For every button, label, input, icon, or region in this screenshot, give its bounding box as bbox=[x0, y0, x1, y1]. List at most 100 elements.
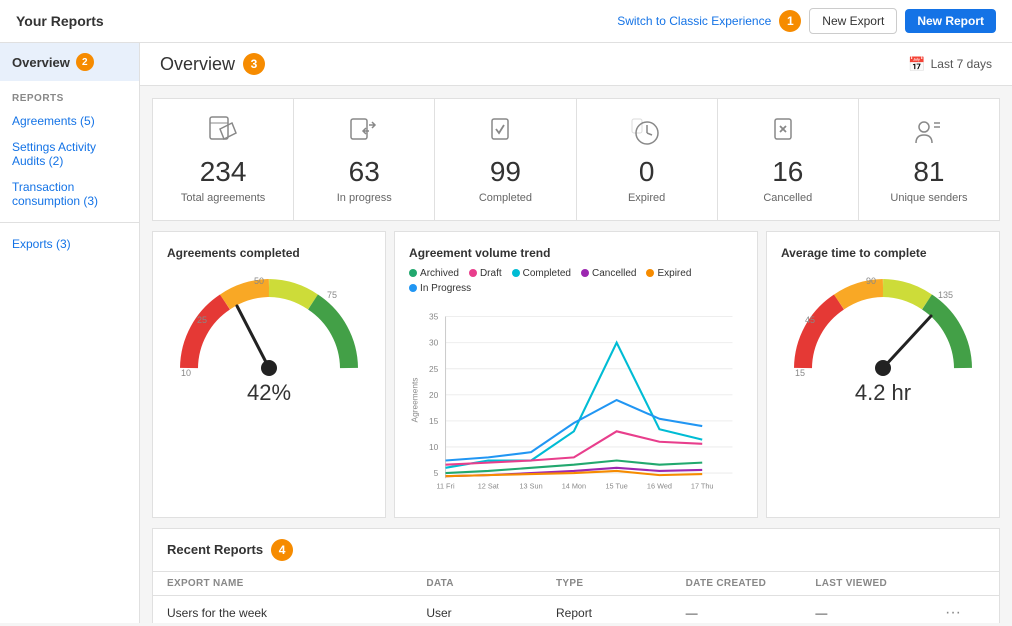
linechart-svg: 35 30 25 20 15 10 5 11 Fri 12 Sat 13 Sun… bbox=[409, 300, 743, 500]
stat-icon-5 bbox=[912, 115, 946, 151]
svg-text:11 Fri: 11 Fri bbox=[437, 481, 455, 490]
col-export-name: EXPORT NAME bbox=[167, 578, 426, 589]
svg-text:20: 20 bbox=[429, 390, 439, 400]
sidebar-item-overview[interactable]: Overview 2 bbox=[0, 43, 139, 81]
svg-text:16 Wed: 16 Wed bbox=[647, 481, 672, 490]
stat-label-5: Unique senders bbox=[890, 192, 967, 204]
charts-row: Agreements completed bbox=[152, 231, 1000, 518]
badge-4: 4 bbox=[271, 539, 293, 561]
legend-dot bbox=[469, 269, 477, 277]
svg-text:12 Sat: 12 Sat bbox=[478, 481, 499, 490]
svg-text:90: 90 bbox=[866, 276, 876, 286]
legend-label: Cancelled bbox=[592, 268, 636, 279]
recent-reports-section: Recent Reports 4 EXPORT NAME DATA TYPE D… bbox=[152, 528, 1000, 623]
switch-classic-link[interactable]: Switch to Classic Experience bbox=[617, 14, 771, 28]
svg-text:10: 10 bbox=[429, 442, 439, 452]
svg-text:25: 25 bbox=[429, 364, 439, 374]
stat-card-4: 16 Cancelled bbox=[718, 99, 859, 220]
row-menu-dots[interactable]: ··· bbox=[945, 604, 985, 622]
recent-reports-header: Recent Reports 4 bbox=[153, 529, 999, 572]
svg-text:30: 30 bbox=[429, 338, 439, 348]
legend-item: Draft bbox=[469, 268, 502, 279]
gauge-time-card: Average time to complete bbox=[766, 231, 1000, 518]
stat-card-2: 99 Completed bbox=[435, 99, 576, 220]
svg-text:15: 15 bbox=[429, 416, 439, 426]
legend-item: In Progress bbox=[409, 283, 471, 294]
svg-text:35: 35 bbox=[429, 311, 439, 321]
linechart-title: Agreement volume trend bbox=[409, 246, 743, 260]
legend-dot bbox=[581, 269, 589, 277]
svg-text:45: 45 bbox=[805, 315, 815, 325]
legend-label: Draft bbox=[480, 268, 502, 279]
legend-label: In Progress bbox=[420, 283, 471, 294]
sidebar-section-reports: REPORTS bbox=[0, 81, 139, 108]
stat-label-0: Total agreements bbox=[181, 192, 265, 204]
page-title: Your Reports bbox=[16, 13, 104, 29]
stat-card-3: 0 Expired bbox=[577, 99, 718, 220]
svg-text:135: 135 bbox=[938, 290, 953, 300]
badge-1: 1 bbox=[779, 10, 801, 32]
table-header: EXPORT NAME DATA TYPE DATE CREATED LAST … bbox=[153, 572, 999, 596]
legend-item: Cancelled bbox=[581, 268, 636, 279]
gauge1-svg: 10 75 50 25 bbox=[169, 268, 369, 388]
gauge1-container: 10 75 50 25 42% bbox=[167, 268, 371, 406]
svg-text:14 Mon: 14 Mon bbox=[562, 481, 586, 490]
top-bar: Your Reports Switch to Classic Experienc… bbox=[0, 0, 1012, 43]
stat-icon-1 bbox=[347, 115, 381, 151]
badge-3: 3 bbox=[243, 53, 265, 75]
svg-text:15 Tue: 15 Tue bbox=[606, 481, 628, 490]
sidebar: Overview 2 REPORTS Agreements (5) Settin… bbox=[0, 43, 140, 623]
stat-label-4: Cancelled bbox=[763, 192, 812, 204]
top-bar-actions: Switch to Classic Experience 1 New Expor… bbox=[617, 8, 996, 34]
new-export-button[interactable]: New Export bbox=[809, 8, 897, 34]
svg-text:25: 25 bbox=[197, 315, 207, 325]
svg-text:17 Thu: 17 Thu bbox=[691, 481, 714, 490]
gauge2-title: Average time to complete bbox=[781, 246, 985, 260]
gauge1-title: Agreements completed bbox=[167, 246, 371, 260]
col-data: DATA bbox=[426, 578, 556, 589]
date-range-label: Last 7 days bbox=[931, 57, 992, 71]
table-row: Users for the week User Report — — ··· bbox=[153, 596, 999, 623]
legend: ArchivedDraftCompletedCancelledExpiredIn… bbox=[409, 268, 743, 294]
legend-dot bbox=[409, 269, 417, 277]
sidebar-item-exports[interactable]: Exports (3) bbox=[0, 231, 139, 257]
sidebar-item-transaction[interactable]: Transaction consumption (3) bbox=[0, 174, 139, 214]
row-type: Report bbox=[556, 606, 686, 620]
gauge2-container: 15 135 90 45 4.2 hr bbox=[781, 268, 985, 406]
sidebar-item-agreements[interactable]: Agreements (5) bbox=[0, 108, 139, 134]
calendar-icon: 📅 bbox=[908, 56, 925, 73]
stat-number-4: 16 bbox=[772, 157, 803, 188]
legend-label: Archived bbox=[420, 268, 459, 279]
svg-text:13 Sun: 13 Sun bbox=[520, 481, 543, 490]
badge-2: 2 bbox=[76, 53, 94, 71]
gauge2-svg: 15 135 90 45 bbox=[783, 268, 983, 388]
sidebar-item-settings-audits[interactable]: Settings Activity Audits (2) bbox=[0, 134, 139, 174]
row-data: User bbox=[426, 606, 556, 620]
svg-text:Agreements: Agreements bbox=[409, 377, 419, 422]
recent-reports-title: Recent Reports bbox=[167, 542, 263, 557]
stat-label-3: Expired bbox=[628, 192, 665, 204]
svg-text:15: 15 bbox=[795, 368, 805, 378]
stat-card-1: 63 In progress bbox=[294, 99, 435, 220]
sidebar-overview-label: Overview bbox=[12, 55, 70, 70]
row-last-viewed: — bbox=[815, 606, 945, 620]
row-date-created: — bbox=[686, 606, 816, 620]
stat-icon-0 bbox=[206, 115, 240, 151]
svg-text:50: 50 bbox=[254, 276, 264, 286]
stat-number-5: 81 bbox=[913, 157, 944, 188]
stat-label-1: In progress bbox=[337, 192, 392, 204]
main-content: Overview 3 📅 Last 7 days 234 Total agree… bbox=[140, 43, 1012, 623]
svg-text:5: 5 bbox=[434, 468, 439, 478]
date-range[interactable]: 📅 Last 7 days bbox=[908, 56, 992, 73]
legend-dot bbox=[409, 284, 417, 292]
main-layout: Overview 2 REPORTS Agreements (5) Settin… bbox=[0, 43, 1012, 623]
stat-number-3: 0 bbox=[639, 157, 655, 188]
stat-number-1: 63 bbox=[349, 157, 380, 188]
stat-icon-3 bbox=[630, 115, 664, 151]
stat-number-2: 99 bbox=[490, 157, 521, 188]
stat-number-0: 234 bbox=[200, 157, 247, 188]
col-date-created: DATE CREATED bbox=[686, 578, 816, 589]
legend-label: Completed bbox=[523, 268, 571, 279]
legend-item: Archived bbox=[409, 268, 459, 279]
new-report-button[interactable]: New Report bbox=[905, 9, 996, 33]
